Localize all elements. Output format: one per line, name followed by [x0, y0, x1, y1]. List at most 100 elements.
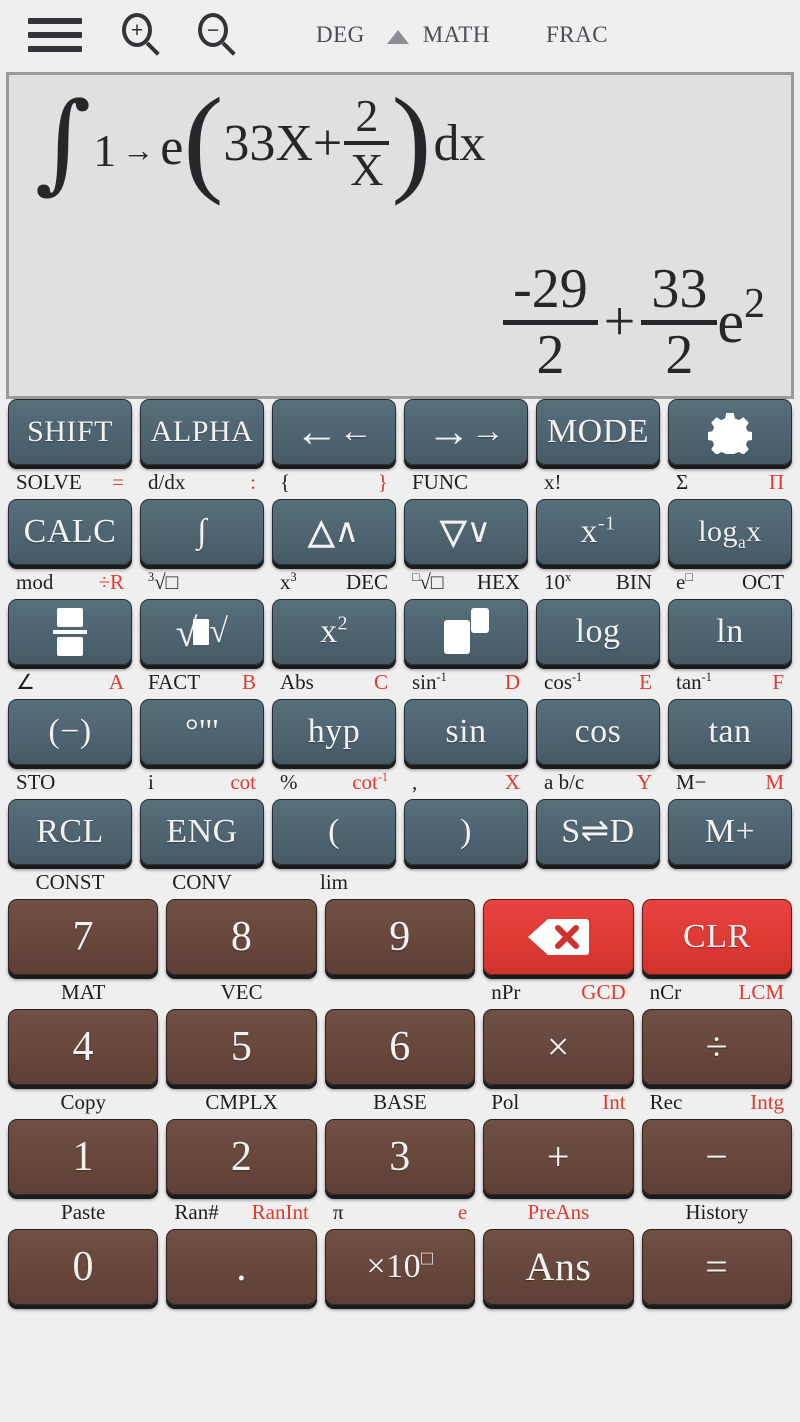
- key-sublabel-primary: 10x: [544, 569, 572, 594]
- key-sublabel: [479, 1305, 637, 1339]
- key-sublabel-primary: a b/c: [544, 769, 585, 794]
- zoom-out-icon[interactable]: −: [194, 11, 242, 59]
- fn-key-ln[interactable]: ln: [668, 599, 792, 665]
- key-sublabel-primary: ∠: [16, 669, 35, 694]
- key-sublabel-alt: cot-1: [352, 769, 388, 794]
- num-key-key-3-1[interactable]: .: [166, 1229, 317, 1305]
- fn-key-sin[interactable]: sin: [404, 699, 528, 765]
- key-sublabel-primary: Copy: [60, 1089, 106, 1114]
- fn-key-key-1-3[interactable]: ▽ ∨: [404, 499, 528, 565]
- fn-key-mode[interactable]: MODE: [536, 399, 660, 465]
- keypad-row: 0. ×10□ Ans =: [4, 1229, 796, 1339]
- key-label: ln: [716, 613, 744, 650]
- fn-key-alpha[interactable]: ALPHA: [140, 399, 264, 465]
- key-sublabel: [321, 1305, 479, 1339]
- keypad-row: 4 Copy 5 CMPLX 6 BASE × Pol Int ÷ Rec Intg: [4, 1009, 796, 1119]
- num-key-ans[interactable]: Ans: [483, 1229, 634, 1305]
- key-sublabel: Pol Int: [479, 1085, 637, 1119]
- key-sublabel: d/dx:: [136, 465, 268, 499]
- key-cell: SHIFT SOLVE =: [4, 399, 136, 499]
- key-cell: cos a b/c Y: [532, 699, 664, 799]
- fn-key-s-d[interactable]: S⇌D: [536, 799, 660, 865]
- num-key-1[interactable]: 1: [8, 1119, 159, 1195]
- fn-key-key-3-1[interactable]: °''': [140, 699, 264, 765]
- num-key-9[interactable]: 9: [324, 899, 476, 975]
- num-key-7[interactable]: 7: [8, 899, 159, 975]
- key-label: ÷: [705, 1024, 729, 1069]
- num-key-2[interactable]: 2: [166, 1119, 317, 1195]
- key-sublabel: i cot: [136, 765, 268, 799]
- key-sublabel-primary: x!: [544, 469, 562, 494]
- key-sublabel-primary: FACT: [148, 669, 201, 694]
- fn-key-x[interactable]: x2: [272, 599, 396, 665]
- key-cell: (−) STO: [4, 699, 136, 799]
- key-label: M+: [704, 813, 756, 850]
- zoom-in-icon[interactable]: +: [118, 11, 166, 59]
- key-sublabel-primary: nCr: [649, 979, 682, 1004]
- fn-key-key-1-1[interactable]: ∫: [140, 499, 264, 565]
- num-key-key-1-4[interactable]: ÷: [641, 1009, 793, 1085]
- num-key-delete[interactable]: [483, 899, 634, 975]
- key-label: ∧: [334, 513, 360, 550]
- key-cell: + PreAns: [479, 1119, 637, 1229]
- fn-key-key-0-3[interactable]: → →: [404, 399, 528, 465]
- fn-key-log-x[interactable]: logax: [668, 499, 792, 565]
- num-key-clr[interactable]: CLR: [641, 899, 793, 975]
- key-cell: 5 CMPLX: [162, 1009, 320, 1119]
- fn-key-key-2-1[interactable]: √ √: [140, 599, 264, 665]
- fn-key-calc[interactable]: CALC: [8, 499, 132, 565]
- num-key-key-2-3[interactable]: +: [483, 1119, 634, 1195]
- fn-key-m[interactable]: M+: [668, 799, 792, 865]
- key-cell: =: [638, 1229, 796, 1339]
- key-cell: nPr GCD: [479, 899, 637, 1009]
- key-sublabel-primary: CMPLX: [205, 1089, 278, 1114]
- key-cell: .: [162, 1229, 320, 1339]
- num-key-3[interactable]: 3: [324, 1119, 476, 1195]
- fn-key-key-4-2[interactable]: (: [272, 799, 396, 865]
- key-label: °''': [185, 713, 219, 750]
- hamburger-icon[interactable]: [28, 18, 82, 52]
- key-sublabel: [638, 1305, 796, 1339]
- fn-key-key-4-3[interactable]: ): [404, 799, 528, 865]
- key-sublabel-primary: VEC: [220, 979, 263, 1004]
- differential: dx: [433, 114, 486, 172]
- key-cell: ∫ 3√□: [136, 499, 268, 599]
- fn-key-log[interactable]: log: [536, 599, 660, 665]
- num-key-key-1-3[interactable]: ×: [483, 1009, 634, 1085]
- calculator-display[interactable]: ∫ 1 → e ( 33X+ 2 X ) dx -29 2 + 33 2 e 2: [6, 72, 794, 399]
- fn-key-fraction[interactable]: [8, 599, 132, 665]
- key-label: ∨: [466, 513, 492, 550]
- key-cell: 8 VEC: [162, 899, 320, 1009]
- fn-key-x[interactable]: x-1: [536, 499, 660, 565]
- key-cell: M+: [664, 799, 796, 899]
- result-fraction-1: -29 2: [503, 260, 598, 385]
- fn-key-cos[interactable]: cos: [536, 699, 660, 765]
- fn-key-shift[interactable]: SHIFT: [8, 399, 132, 465]
- fraction-denominator: X: [350, 144, 384, 195]
- num-key-8[interactable]: 8: [166, 899, 317, 975]
- key-cell: × Pol Int: [479, 1009, 637, 1119]
- fn-key-eng[interactable]: ENG: [140, 799, 264, 865]
- num-key-10[interactable]: ×10□: [324, 1229, 476, 1305]
- num-key-0[interactable]: 0: [8, 1229, 159, 1305]
- fn-key-key-3-0[interactable]: (−): [8, 699, 132, 765]
- key-sublabel-primary: tan-1: [676, 669, 712, 694]
- num-key-5[interactable]: 5: [166, 1009, 317, 1085]
- key-sublabel: a b/c Y: [532, 765, 664, 799]
- fn-key-rcl[interactable]: RCL: [8, 799, 132, 865]
- fn-key-key-0-2[interactable]: ← ←: [272, 399, 396, 465]
- key-cell: ÷ Rec Intg: [638, 1009, 796, 1119]
- fn-key-power[interactable]: [404, 599, 528, 665]
- num-key-6[interactable]: 6: [324, 1009, 476, 1085]
- fn-key-key-1-2[interactable]: △ ∧: [272, 499, 396, 565]
- limit-arrow-icon: →: [122, 132, 155, 168]
- num-key-key-3-4[interactable]: =: [641, 1229, 793, 1305]
- fn-key-hyp[interactable]: hyp: [272, 699, 396, 765]
- fn-key-gear[interactable]: [668, 399, 792, 465]
- fn-key-tan[interactable]: tan: [668, 699, 792, 765]
- key-sublabel-alt: ÷R: [98, 569, 124, 594]
- key-cell: 0: [4, 1229, 162, 1339]
- num-key-4[interactable]: 4: [8, 1009, 159, 1085]
- num-key-key-2-4[interactable]: −: [641, 1119, 793, 1195]
- open-paren: (: [183, 72, 224, 206]
